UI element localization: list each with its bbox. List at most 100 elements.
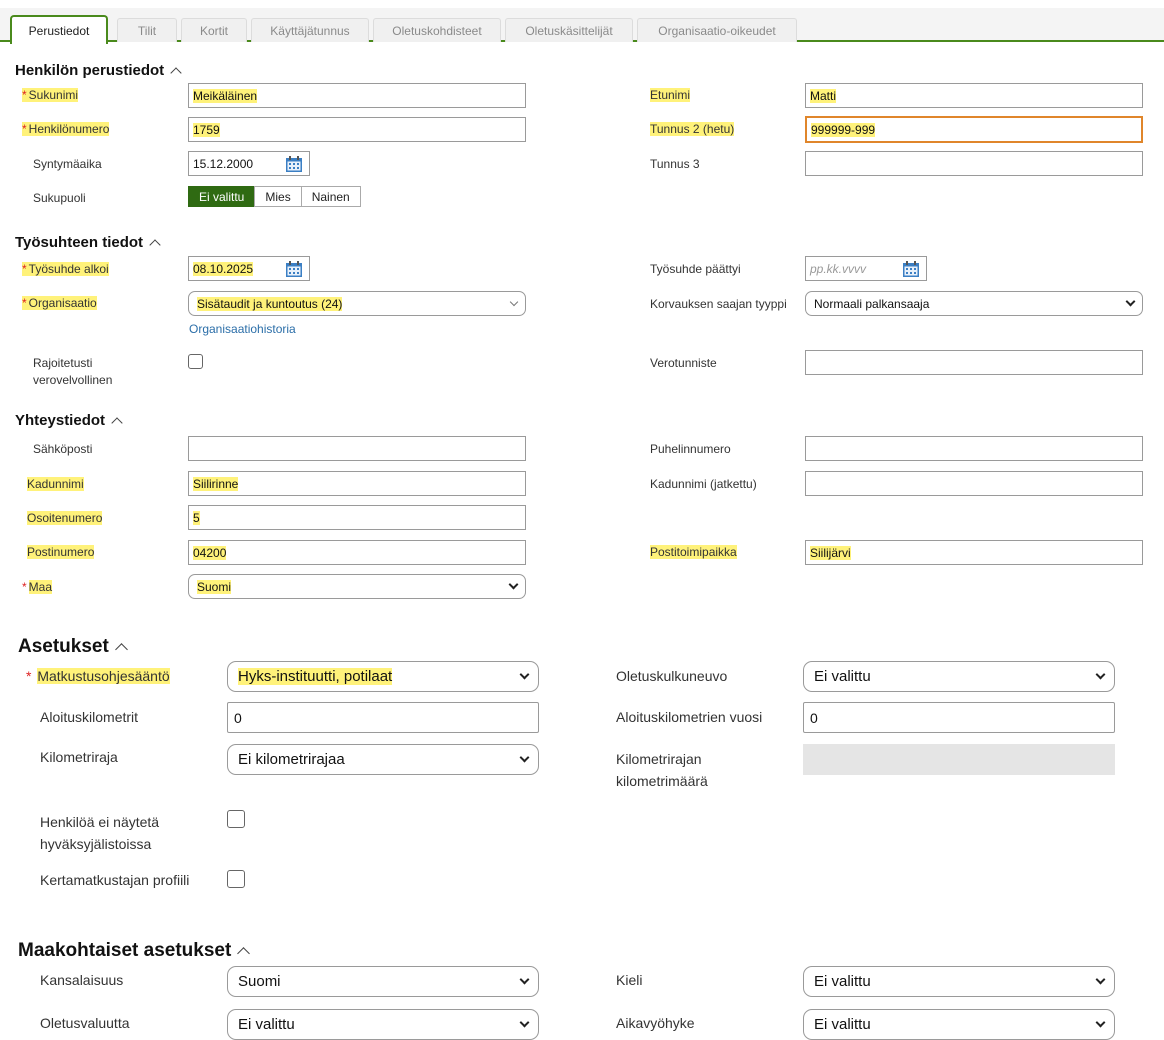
oletusvaluutta-select[interactable]: Ei valittu xyxy=(227,1009,539,1040)
aloituskilometrien-vuosi-input[interactable]: 0 xyxy=(803,702,1115,733)
required-marker: * xyxy=(22,122,27,136)
select-value: Ei valittu xyxy=(814,668,871,685)
tab-oletuskasittelijat[interactable]: Oletuskäsittelijät xyxy=(505,18,633,42)
osoitenumero-label: Osoitenumero xyxy=(27,511,103,525)
ei-nayteta-checkbox[interactable] xyxy=(227,810,245,828)
section-settings-header[interactable]: Asetukset xyxy=(18,636,128,658)
sukupuoli-option-mies[interactable]: Mies xyxy=(254,186,302,207)
tab-organisaatio-oikeudet[interactable]: Organisaatio-oikeudet xyxy=(637,18,797,42)
aloituskilometrit-input[interactable]: 0 xyxy=(227,702,539,733)
matkustusohjesaanto-label: * Matkustusohjesääntö xyxy=(26,668,170,684)
select-value: Suomi xyxy=(197,579,232,594)
section-country-header[interactable]: Maakohtaiset asetukset xyxy=(18,940,251,962)
sukupuoli-option-ei-valittu[interactable]: Ei valittu xyxy=(188,186,256,207)
select-value: Ei valittu xyxy=(814,973,871,990)
henkilonumero-label: * Henkilönumero xyxy=(22,122,110,136)
rajoitetusti-checkbox[interactable] xyxy=(188,354,203,369)
puhelinnumero-input[interactable] xyxy=(805,436,1143,461)
kadunnimi-input[interactable]: Siilirinne xyxy=(188,471,526,496)
input-value: 5 xyxy=(193,510,200,525)
postitoimipaikka-label: Postitoimipaikka xyxy=(650,545,737,559)
syntymaaika-input[interactable]: 15.12.2000 xyxy=(188,151,310,176)
section-contact-header[interactable]: Yhteystiedot xyxy=(15,412,123,429)
required-marker: * xyxy=(22,262,27,276)
kieli-select[interactable]: Ei valittu xyxy=(803,966,1115,997)
sahkoposti-label: Sähköposti xyxy=(33,442,93,456)
kertamatkustaja-label: Kertamatkustajan profiili xyxy=(40,872,190,888)
input-value: 0 xyxy=(810,709,818,726)
input-value: 08.10.2025 xyxy=(193,261,254,276)
verotunniste-input[interactable] xyxy=(805,350,1143,375)
kadunnimi-jatkettu-input[interactable] xyxy=(805,471,1143,496)
osoitenumero-input[interactable]: 5 xyxy=(188,505,526,530)
postitoimipaikka-input[interactable]: Siilijärvi xyxy=(805,540,1143,565)
calendar-icon[interactable] xyxy=(285,155,303,173)
input-value: Meikäläinen xyxy=(193,88,258,103)
collapse-chevron-icon xyxy=(170,67,182,79)
required-marker: * xyxy=(22,296,27,310)
kilometriraja-label: Kilometriraja xyxy=(40,749,118,765)
tab-perustiedot[interactable]: Perustiedot xyxy=(10,15,108,44)
matkustusohjesaanto-select[interactable]: Hyks-instituutti, potilaat xyxy=(227,661,539,692)
tunnus2-label: Tunnus 2 (hetu) xyxy=(650,122,735,136)
aikavyohyke-select[interactable]: Ei valittu xyxy=(803,1009,1115,1040)
collapse-chevron-icon xyxy=(114,643,128,656)
calendar-icon[interactable] xyxy=(285,260,303,278)
aikavyohyke-label: Aikavyöhyke xyxy=(616,1015,695,1031)
label-text: Työsuhde alkoi xyxy=(28,262,109,276)
tyosuhde-alkoi-input[interactable]: 08.10.2025 xyxy=(188,256,310,281)
oletuskulkuneuvo-label: Oletuskulkuneuvo xyxy=(616,668,728,684)
tunnus3-input[interactable] xyxy=(805,151,1143,176)
section-title: Yhteystiedot xyxy=(15,412,106,429)
sukunimi-input[interactable]: Meikäläinen xyxy=(188,83,526,108)
input-value: 0 xyxy=(234,709,242,726)
tyosuhde-paattyi-input[interactable]: pp.kk.vvvv xyxy=(805,256,927,281)
section-title: Henkilön perustiedot xyxy=(15,62,165,79)
kilometriraja-select[interactable]: Ei kilometrirajaa xyxy=(227,744,539,775)
tab-label: Organisaatio-oikeudet xyxy=(658,23,776,38)
select-value: Hyks-instituutti, potilaat xyxy=(238,668,393,685)
chevron-down-icon xyxy=(508,579,519,590)
tab-label: Perustiedot xyxy=(28,23,90,38)
tab-tilit[interactable]: Tilit xyxy=(117,18,177,42)
section-basic-header[interactable]: Henkilön perustiedot xyxy=(15,62,182,79)
chevron-down-icon xyxy=(519,752,530,763)
collapse-chevron-icon xyxy=(111,417,123,429)
sahkoposti-input[interactable] xyxy=(188,436,526,461)
section-title: Työsuhteen tiedot xyxy=(15,234,144,251)
sukupuoli-option-nainen[interactable]: Nainen xyxy=(300,186,361,207)
chevron-down-icon xyxy=(1125,296,1136,307)
postinumero-input[interactable]: 04200 xyxy=(188,540,526,565)
tab-kayttajatunnus[interactable]: Käyttäjätunnus xyxy=(251,18,369,42)
select-value: Ei valittu xyxy=(814,1016,871,1033)
verotunniste-label: Verotunniste xyxy=(650,356,717,370)
kadunnimi-jatkettu-label: Kadunnimi (jatkettu) xyxy=(650,477,757,491)
chevron-down-icon xyxy=(519,1017,530,1028)
label-text: Henkilönumero xyxy=(28,122,110,136)
aloituskilometrien-vuosi-label: Aloituskilometrien vuosi xyxy=(616,709,763,725)
organisaatiohistoria-link[interactable]: Organisaatiohistoria xyxy=(189,322,296,336)
oletuskulkuneuvo-select[interactable]: Ei valittu xyxy=(803,661,1115,692)
input-value: 15.12.2000 xyxy=(193,156,254,171)
tab-kortit[interactable]: Kortit xyxy=(181,18,247,42)
tunnus3-label: Tunnus 3 xyxy=(650,157,700,171)
tyosuhde-alkoi-label: * Työsuhde alkoi xyxy=(22,262,109,276)
calendar-icon[interactable] xyxy=(902,260,920,278)
tunnus2-input[interactable]: 999999-999 xyxy=(805,116,1143,143)
henkilonumero-input[interactable]: 1759 xyxy=(188,117,526,142)
puhelinnumero-label: Puhelinnumero xyxy=(650,442,731,456)
tab-oletuskohdisteet[interactable]: Oletuskohdisteet xyxy=(373,18,501,42)
input-value: Siilirinne xyxy=(193,476,239,491)
korvaus-select[interactable]: Normaali palkansaaja xyxy=(805,291,1143,316)
tab-label: Tilit xyxy=(137,23,157,38)
tab-label: Oletuskäsittelijät xyxy=(525,23,613,38)
organisaatio-select[interactable]: Sisätaudit ja kuntoutus (24) xyxy=(188,291,526,316)
kertamatkustaja-checkbox[interactable] xyxy=(227,870,245,888)
required-marker: * xyxy=(26,668,32,684)
section-employment-header[interactable]: Työsuhteen tiedot xyxy=(15,234,161,251)
kansalaisuus-select[interactable]: Suomi xyxy=(227,966,539,997)
maa-select[interactable]: Suomi xyxy=(188,574,526,599)
etunimi-input[interactable]: Matti xyxy=(805,83,1143,108)
section-title: Asetukset xyxy=(18,636,109,657)
chevron-down-icon xyxy=(509,297,519,306)
